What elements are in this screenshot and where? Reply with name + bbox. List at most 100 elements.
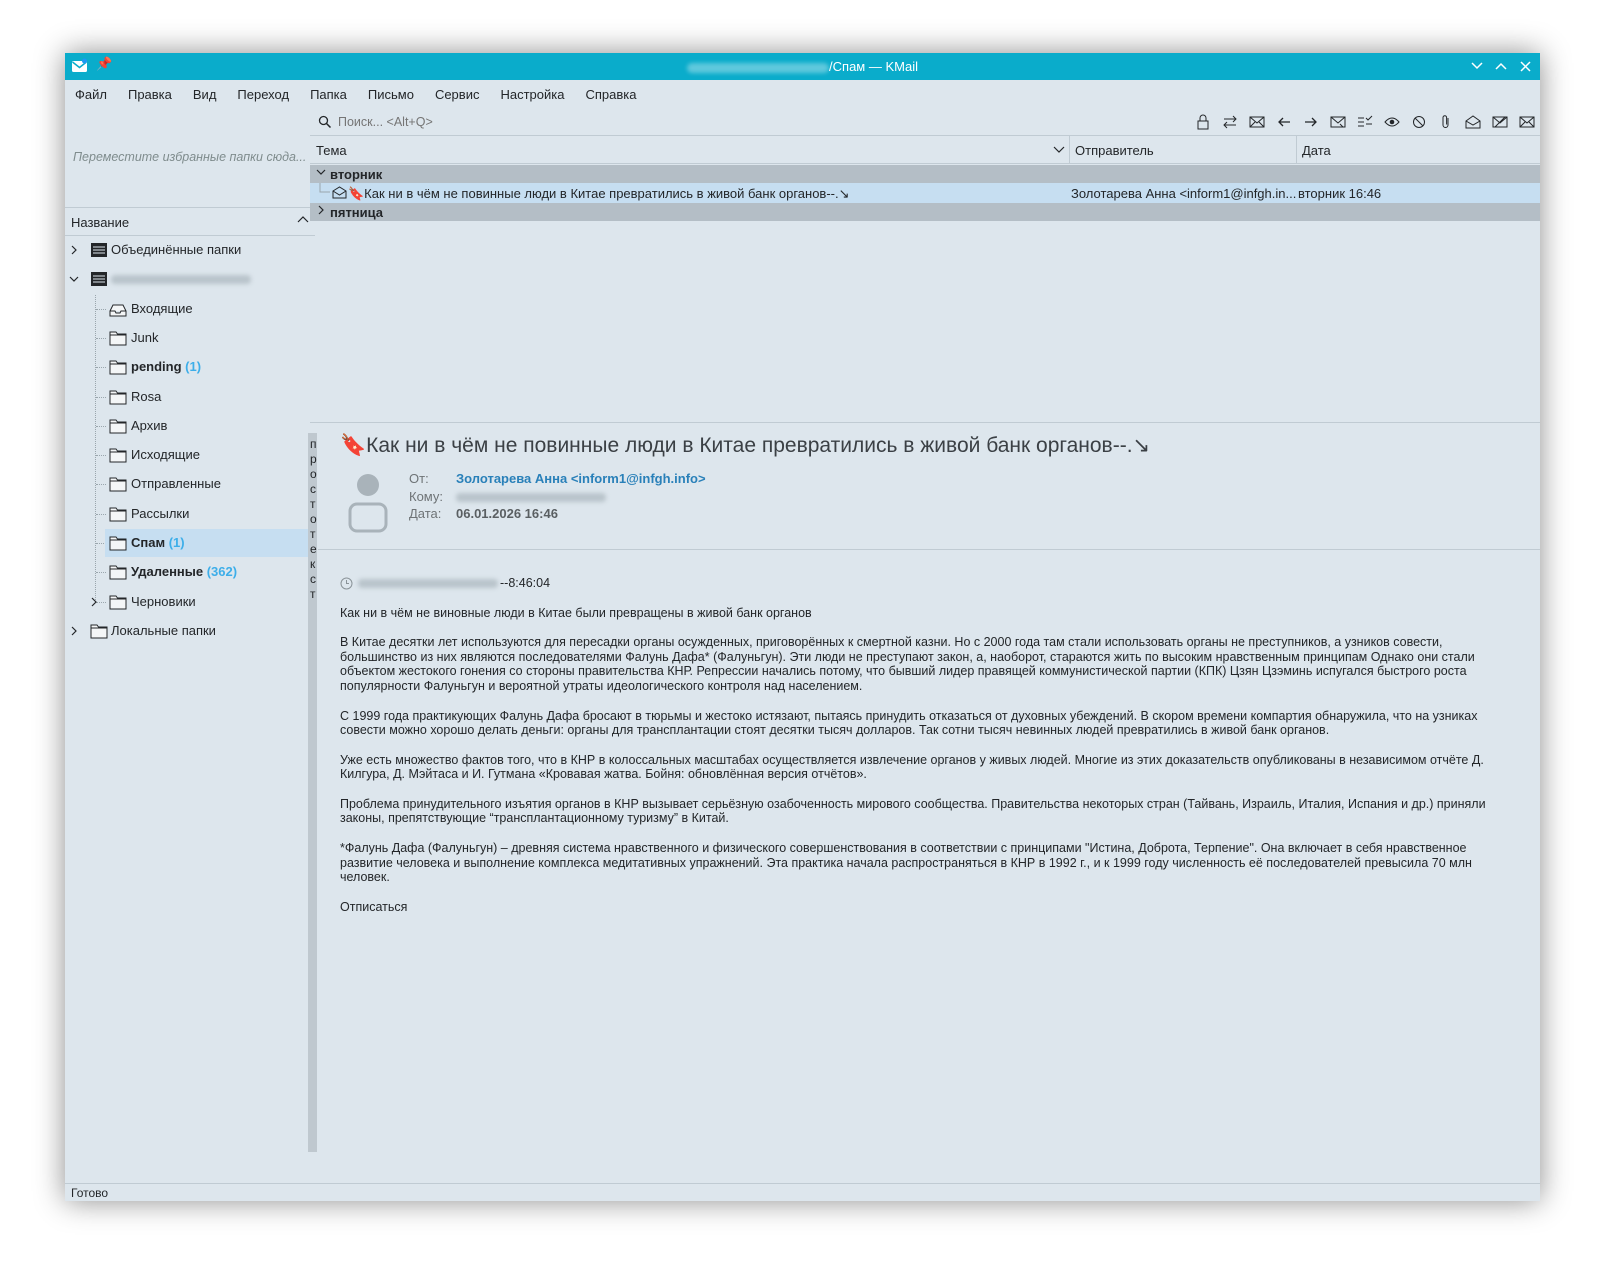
paperclip-icon: [1442, 115, 1449, 128]
folder-item[interactable]: Отправленные: [65, 470, 315, 498]
search-bar: [310, 108, 1540, 136]
menu-message[interactable]: Письмо: [368, 87, 414, 102]
watched-filter-button[interactable]: [1383, 113, 1401, 131]
server-icon: [90, 242, 108, 258]
mail-read-icon: [332, 186, 347, 199]
menu-file[interactable]: Файл: [75, 87, 107, 102]
folder-local[interactable]: Локальные папки: [65, 617, 315, 645]
quick-filter-button[interactable]: [1221, 113, 1239, 131]
folder-column-header[interactable]: Название: [65, 209, 315, 236]
menu-go[interactable]: Переход: [237, 87, 289, 102]
folder-item[interactable]: Рассылки: [65, 500, 315, 528]
server-icon: [90, 271, 108, 287]
column-divider[interactable]: [1069, 136, 1070, 164]
menu-tools[interactable]: Сервис: [435, 87, 480, 102]
date-group-tuesday[interactable]: вторник: [310, 165, 1540, 183]
folder-item[interactable]: Спам (1): [105, 529, 315, 557]
mail-check-icon: [1519, 116, 1535, 128]
maximize-button[interactable]: [1494, 57, 1508, 75]
inbox-icon: [109, 301, 127, 317]
redacted-recipient: [456, 493, 606, 502]
menu-view[interactable]: Вид: [193, 87, 217, 102]
folder-icon: [109, 535, 127, 551]
ignored-filter-button[interactable]: [1410, 113, 1428, 131]
unsubscribe-link[interactable]: Отписаться: [340, 900, 1520, 915]
menu-help[interactable]: Справка: [585, 87, 636, 102]
folder-item[interactable]: Черновики: [65, 588, 315, 616]
title-bar[interactable]: 📌 /Спам — KMail: [65, 53, 1540, 80]
folder-label: Junk: [131, 329, 159, 345]
chevron-right-icon[interactable]: [69, 624, 79, 638]
replied-filter-button[interactable]: [1329, 113, 1347, 131]
folder-unified[interactable]: Объединённые папки: [65, 236, 315, 264]
forbidden-icon: [1413, 116, 1425, 128]
menu-edit[interactable]: Правка: [128, 87, 172, 102]
folder-icon: [109, 359, 127, 375]
arrow-left-icon: [1278, 117, 1290, 127]
time-line: --8:46:04: [340, 576, 1520, 591]
time-value: --8:46:04: [500, 576, 551, 590]
minimize-button[interactable]: [1470, 57, 1484, 75]
folder-label: Rosa: [131, 388, 162, 404]
task-filter-button[interactable]: [1356, 113, 1374, 131]
folder-icon: [109, 389, 127, 405]
favorite-folders-area[interactable]: Переместите избранные папки сюда...: [65, 108, 315, 208]
ham-filter-button[interactable]: [1518, 113, 1536, 131]
contact-avatar-icon: [348, 474, 388, 533]
folder-item[interactable]: Junk: [65, 324, 315, 352]
from-label: От:: [409, 471, 429, 486]
chevron-down-icon[interactable]: [1053, 145, 1065, 155]
folder-pane: Переместите избранные папки сюда... Назв…: [65, 108, 315, 1183]
chevron-right-icon[interactable]: [89, 595, 99, 609]
search-input[interactable]: [338, 112, 1138, 132]
lock-icon: [1197, 114, 1209, 130]
menu-folder[interactable]: Папка: [310, 87, 347, 102]
body-paragraph: Как ни в чём не виновные люди в Китае бы…: [340, 605, 812, 620]
column-divider[interactable]: [1296, 136, 1297, 164]
column-sender[interactable]: Отправитель: [1075, 143, 1154, 158]
folder-label: Черновики: [131, 593, 196, 609]
column-subject[interactable]: Тема: [316, 143, 347, 158]
folder-column-label: Название: [71, 215, 130, 230]
chevron-down-icon[interactable]: [69, 272, 79, 286]
message-list-header: Тема Отправитель Дата: [310, 136, 1540, 164]
invitation-filter-button[interactable]: [1464, 113, 1482, 131]
mail-open-icon: [1465, 115, 1481, 129]
spam-filter-button[interactable]: [1491, 113, 1509, 131]
unread-filter-button[interactable]: [1248, 113, 1266, 131]
folder-item[interactable]: Входящие: [65, 295, 315, 323]
next-button[interactable]: [1302, 113, 1320, 131]
message-sender: Золотарева Анна <inform1@infgh.in...: [1071, 186, 1297, 201]
chevron-right-icon[interactable]: [69, 243, 79, 257]
folder-account[interactable]: [65, 265, 315, 293]
menu-settings[interactable]: Настройка: [500, 87, 564, 102]
close-button[interactable]: [1518, 57, 1532, 75]
folder-item[interactable]: Rosa: [65, 383, 315, 411]
folder-item[interactable]: pending (1): [65, 353, 315, 381]
folder-icon: [109, 418, 127, 434]
date-group-friday[interactable]: пятница: [310, 203, 1540, 221]
search-toolbar: [1194, 113, 1536, 131]
body-paragraph: Проблема принудительного изъятия органов…: [340, 796, 1486, 826]
column-date[interactable]: Дата: [1302, 143, 1331, 158]
group-label: вторник: [330, 167, 383, 182]
arrow-right-icon: [1305, 117, 1317, 127]
folder-item[interactable]: Исходящие: [65, 441, 315, 469]
chevron-down-icon: [1471, 62, 1483, 70]
search-icon: [318, 115, 332, 129]
header-divider: [318, 549, 1540, 550]
folder-item[interactable]: Архив: [65, 412, 315, 440]
filter-arrows-icon: [1223, 115, 1237, 129]
message-body: --8:46:04 Как ни в чём не виновные люди …: [340, 576, 1520, 929]
folder-label: Исходящие: [131, 447, 200, 463]
lock-button[interactable]: [1194, 113, 1212, 131]
from-link[interactable]: Золотарева Анна <inform1@infgh.info>: [456, 471, 706, 486]
list-reader-splitter[interactable]: [310, 422, 1540, 423]
folder-label: pending (1): [131, 359, 202, 375]
folder-label: Спам (1): [131, 535, 185, 550]
folder-item[interactable]: Удаленные (362): [65, 558, 315, 586]
unread-count: (362): [203, 564, 238, 580]
attachment-filter-button[interactable]: [1437, 113, 1455, 131]
previous-button[interactable]: [1275, 113, 1293, 131]
message-row[interactable]: 🔖Как ни в чём не повинные люди в Китае п…: [310, 183, 1540, 203]
